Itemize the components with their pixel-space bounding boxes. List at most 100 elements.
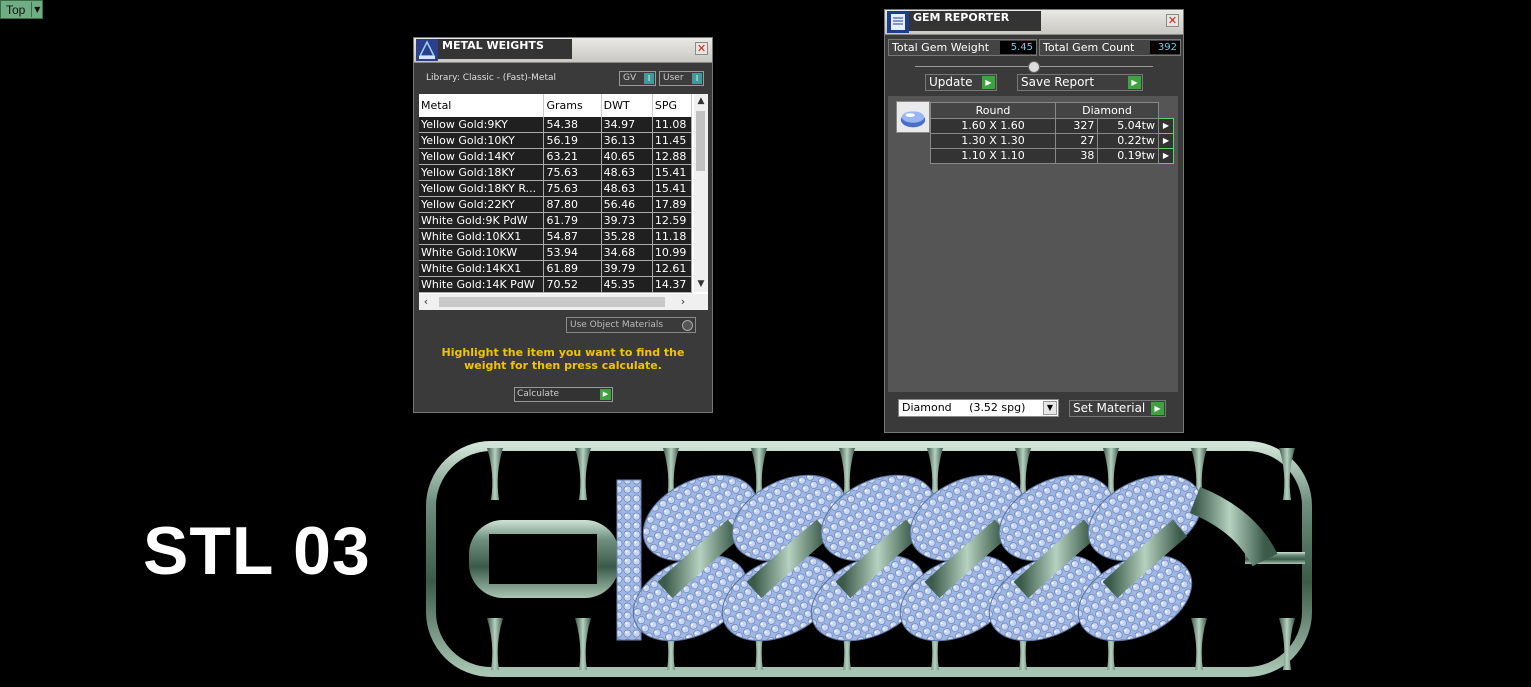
gem-table: Round Diamond 1.60 X 1.60 327 5.04tw ▶ 1.30 … xyxy=(930,102,1174,164)
metal-name-cell: White Gold:9K PdW xyxy=(419,212,545,229)
table-row[interactable]: White Gold:14KX1 61.89 39.79 12.61 xyxy=(419,260,693,277)
gem-weight-cell: 0.19tw xyxy=(1097,148,1159,164)
gem-row[interactable]: 1.10 X 1.10 38 0.19tw ▶ xyxy=(930,148,1174,164)
horizontal-scrollbar[interactable]: ‹ › xyxy=(419,294,708,310)
metal-name-cell: Yellow Gold:22KY xyxy=(419,196,545,213)
use-object-materials-toggle[interactable]: Use Object Materials xyxy=(566,317,696,333)
metal-table-header: Metal Grams DWT SPG xyxy=(419,94,693,117)
set-material-button[interactable]: Set Material ▶ xyxy=(1069,400,1166,417)
radio-icon xyxy=(682,320,693,331)
gem-size-cell: 1.30 X 1.30 xyxy=(930,133,1056,149)
dwt-cell: 45.35 xyxy=(601,276,653,293)
metal-name-cell: Yellow Gold:18KY xyxy=(419,164,545,181)
table-row[interactable]: Yellow Gold:14KY 63.21 40.65 12.88 xyxy=(419,148,693,165)
metal-weights-titlebar[interactable]: METAL WEIGHTS ✕ xyxy=(414,38,712,63)
scroll-left-icon[interactable]: ‹ xyxy=(419,294,433,310)
grams-cell: 53.94 xyxy=(543,244,602,261)
calculate-label: Calculate xyxy=(517,389,560,399)
grams-cell: 75.63 xyxy=(543,180,602,197)
gem-reporter-panel: GEM REPORTER ✕ Total Gem Weight 5.45 Tot… xyxy=(884,9,1184,433)
select-gem-icon[interactable]: ▶ xyxy=(1158,148,1174,164)
table-row[interactable]: Yellow Gold:22KY 87.80 56.46 17.89 xyxy=(419,196,693,213)
chevron-down-icon[interactable]: ▼ xyxy=(1043,401,1057,415)
user-indicator: I xyxy=(692,73,702,84)
dwt-cell: 34.68 xyxy=(601,244,653,261)
sprue xyxy=(487,618,503,670)
close-icon[interactable]: ✕ xyxy=(695,42,708,55)
update-label: Update xyxy=(929,75,973,89)
col-metal[interactable]: Metal xyxy=(419,94,545,117)
report-icon xyxy=(887,11,909,33)
table-row[interactable]: White Gold:14K PdW 70.52 45.35 14.37 xyxy=(419,276,693,293)
scroll-right-icon[interactable]: › xyxy=(676,294,690,310)
gem-row[interactable]: 1.60 X 1.60 327 5.04tw ▶ xyxy=(930,118,1174,134)
col-spg[interactable]: SPG xyxy=(652,94,693,117)
scroll-down-icon[interactable]: ▼ xyxy=(694,277,708,291)
sprue xyxy=(1191,618,1207,670)
gem-list-area: Round Diamond 1.60 X 1.60 327 5.04tw ▶ 1.30 … xyxy=(888,96,1178,392)
material-select[interactable]: Diamond (3.52 spg) ▼ xyxy=(898,399,1059,417)
round-gem-icon xyxy=(896,101,930,133)
gem-reporter-titlebar[interactable]: GEM REPORTER ✕ xyxy=(885,10,1183,35)
table-row[interactable]: White Gold:9K PdW 61.79 39.73 12.59 xyxy=(419,212,693,229)
dwt-cell: 39.79 xyxy=(601,260,653,277)
table-row[interactable]: Yellow Gold:9KY 54.38 34.97 11.08 xyxy=(419,117,693,133)
dwt-cell: 36.13 xyxy=(601,132,653,149)
spg-cell: 15.41 xyxy=(652,164,693,181)
viewport-label[interactable]: Top ▼ xyxy=(0,0,44,19)
dwt-cell: 35.28 xyxy=(601,228,653,245)
dwt-cell: 56.46 xyxy=(601,196,653,213)
gem-material-header: Diamond xyxy=(1055,102,1159,119)
close-icon[interactable]: ✕ xyxy=(1166,14,1179,27)
viewport-dropdown-icon[interactable]: ▼ xyxy=(31,2,42,17)
gem-size-cell: 1.60 X 1.60 xyxy=(930,118,1056,134)
gem-size-cell: 1.10 X 1.10 xyxy=(930,148,1056,164)
col-grams[interactable]: Grams xyxy=(543,94,602,117)
gem-weight-cell: 5.04tw xyxy=(1097,118,1159,134)
table-row[interactable]: Yellow Gold:10KY 56.19 36.13 11.45 xyxy=(419,132,693,149)
use-object-materials-label: Use Object Materials xyxy=(570,320,664,330)
instruction-text: Highlight the item you want to find the … xyxy=(441,346,685,372)
scroll-up-icon[interactable]: ▲ xyxy=(694,94,708,108)
gem-weight-cell: 0.22tw xyxy=(1097,133,1159,149)
save-report-button[interactable]: Save Report ▶ xyxy=(1017,74,1143,91)
sprue xyxy=(575,618,591,670)
gv-toggle[interactable]: GV I xyxy=(619,71,656,86)
metal-weights-title: METAL WEIGHTS xyxy=(438,39,572,59)
select-gem-icon[interactable]: ▶ xyxy=(1158,118,1174,134)
hscroll-thumb[interactable] xyxy=(439,297,665,307)
spg-cell: 11.18 xyxy=(652,228,693,245)
vertical-scrollbar[interactable]: ▲ ▼ xyxy=(694,94,708,292)
sprue xyxy=(487,448,503,500)
spg-cell: 12.59 xyxy=(652,212,693,229)
sprue xyxy=(575,448,591,500)
user-toggle[interactable]: User I xyxy=(659,71,704,86)
calculate-button[interactable]: Calculate ▶ xyxy=(514,387,613,402)
total-gem-weight-value: 5.45 xyxy=(1000,41,1036,54)
update-button[interactable]: Update ▶ xyxy=(925,74,997,91)
cuban-links xyxy=(632,474,1203,642)
gem-row[interactable]: 1.30 X 1.30 27 0.22tw ▶ xyxy=(930,133,1174,149)
grams-cell: 87.80 xyxy=(543,196,602,213)
table-row[interactable]: Yellow Gold:18KY R... 75.63 48.63 15.41 xyxy=(419,180,693,197)
spg-cell: 12.88 xyxy=(652,148,693,165)
scale-icon xyxy=(416,39,438,61)
table-row[interactable]: White Gold:10KW 53.94 34.68 10.99 xyxy=(419,244,693,261)
gem-count-cell: 27 xyxy=(1054,133,1099,149)
grams-cell: 54.38 xyxy=(543,117,602,133)
table-row[interactable]: White Gold:10KX1 54.87 35.28 11.18 xyxy=(419,228,693,245)
viewport-name: Top xyxy=(6,2,26,17)
scroll-thumb[interactable] xyxy=(696,111,705,171)
gem-shape-header: Round xyxy=(930,102,1056,119)
metal-name-cell: Yellow Gold:9KY xyxy=(419,117,545,133)
select-gem-icon[interactable]: ▶ xyxy=(1158,133,1174,149)
gem-reporter-title: GEM REPORTER xyxy=(909,11,1041,31)
library-label: Library: Classic - (Fast)-Metal xyxy=(426,73,557,83)
splitter-handle[interactable] xyxy=(1028,61,1040,73)
play-icon: ▶ xyxy=(1128,76,1141,89)
set-material-label: Set Material xyxy=(1073,401,1146,415)
dwt-cell: 39.73 xyxy=(601,212,653,229)
col-dwt[interactable]: DWT xyxy=(601,94,653,117)
metal-name-cell: White Gold:10KX1 xyxy=(419,228,545,245)
table-row[interactable]: Yellow Gold:18KY 75.63 48.63 15.41 xyxy=(419,164,693,181)
